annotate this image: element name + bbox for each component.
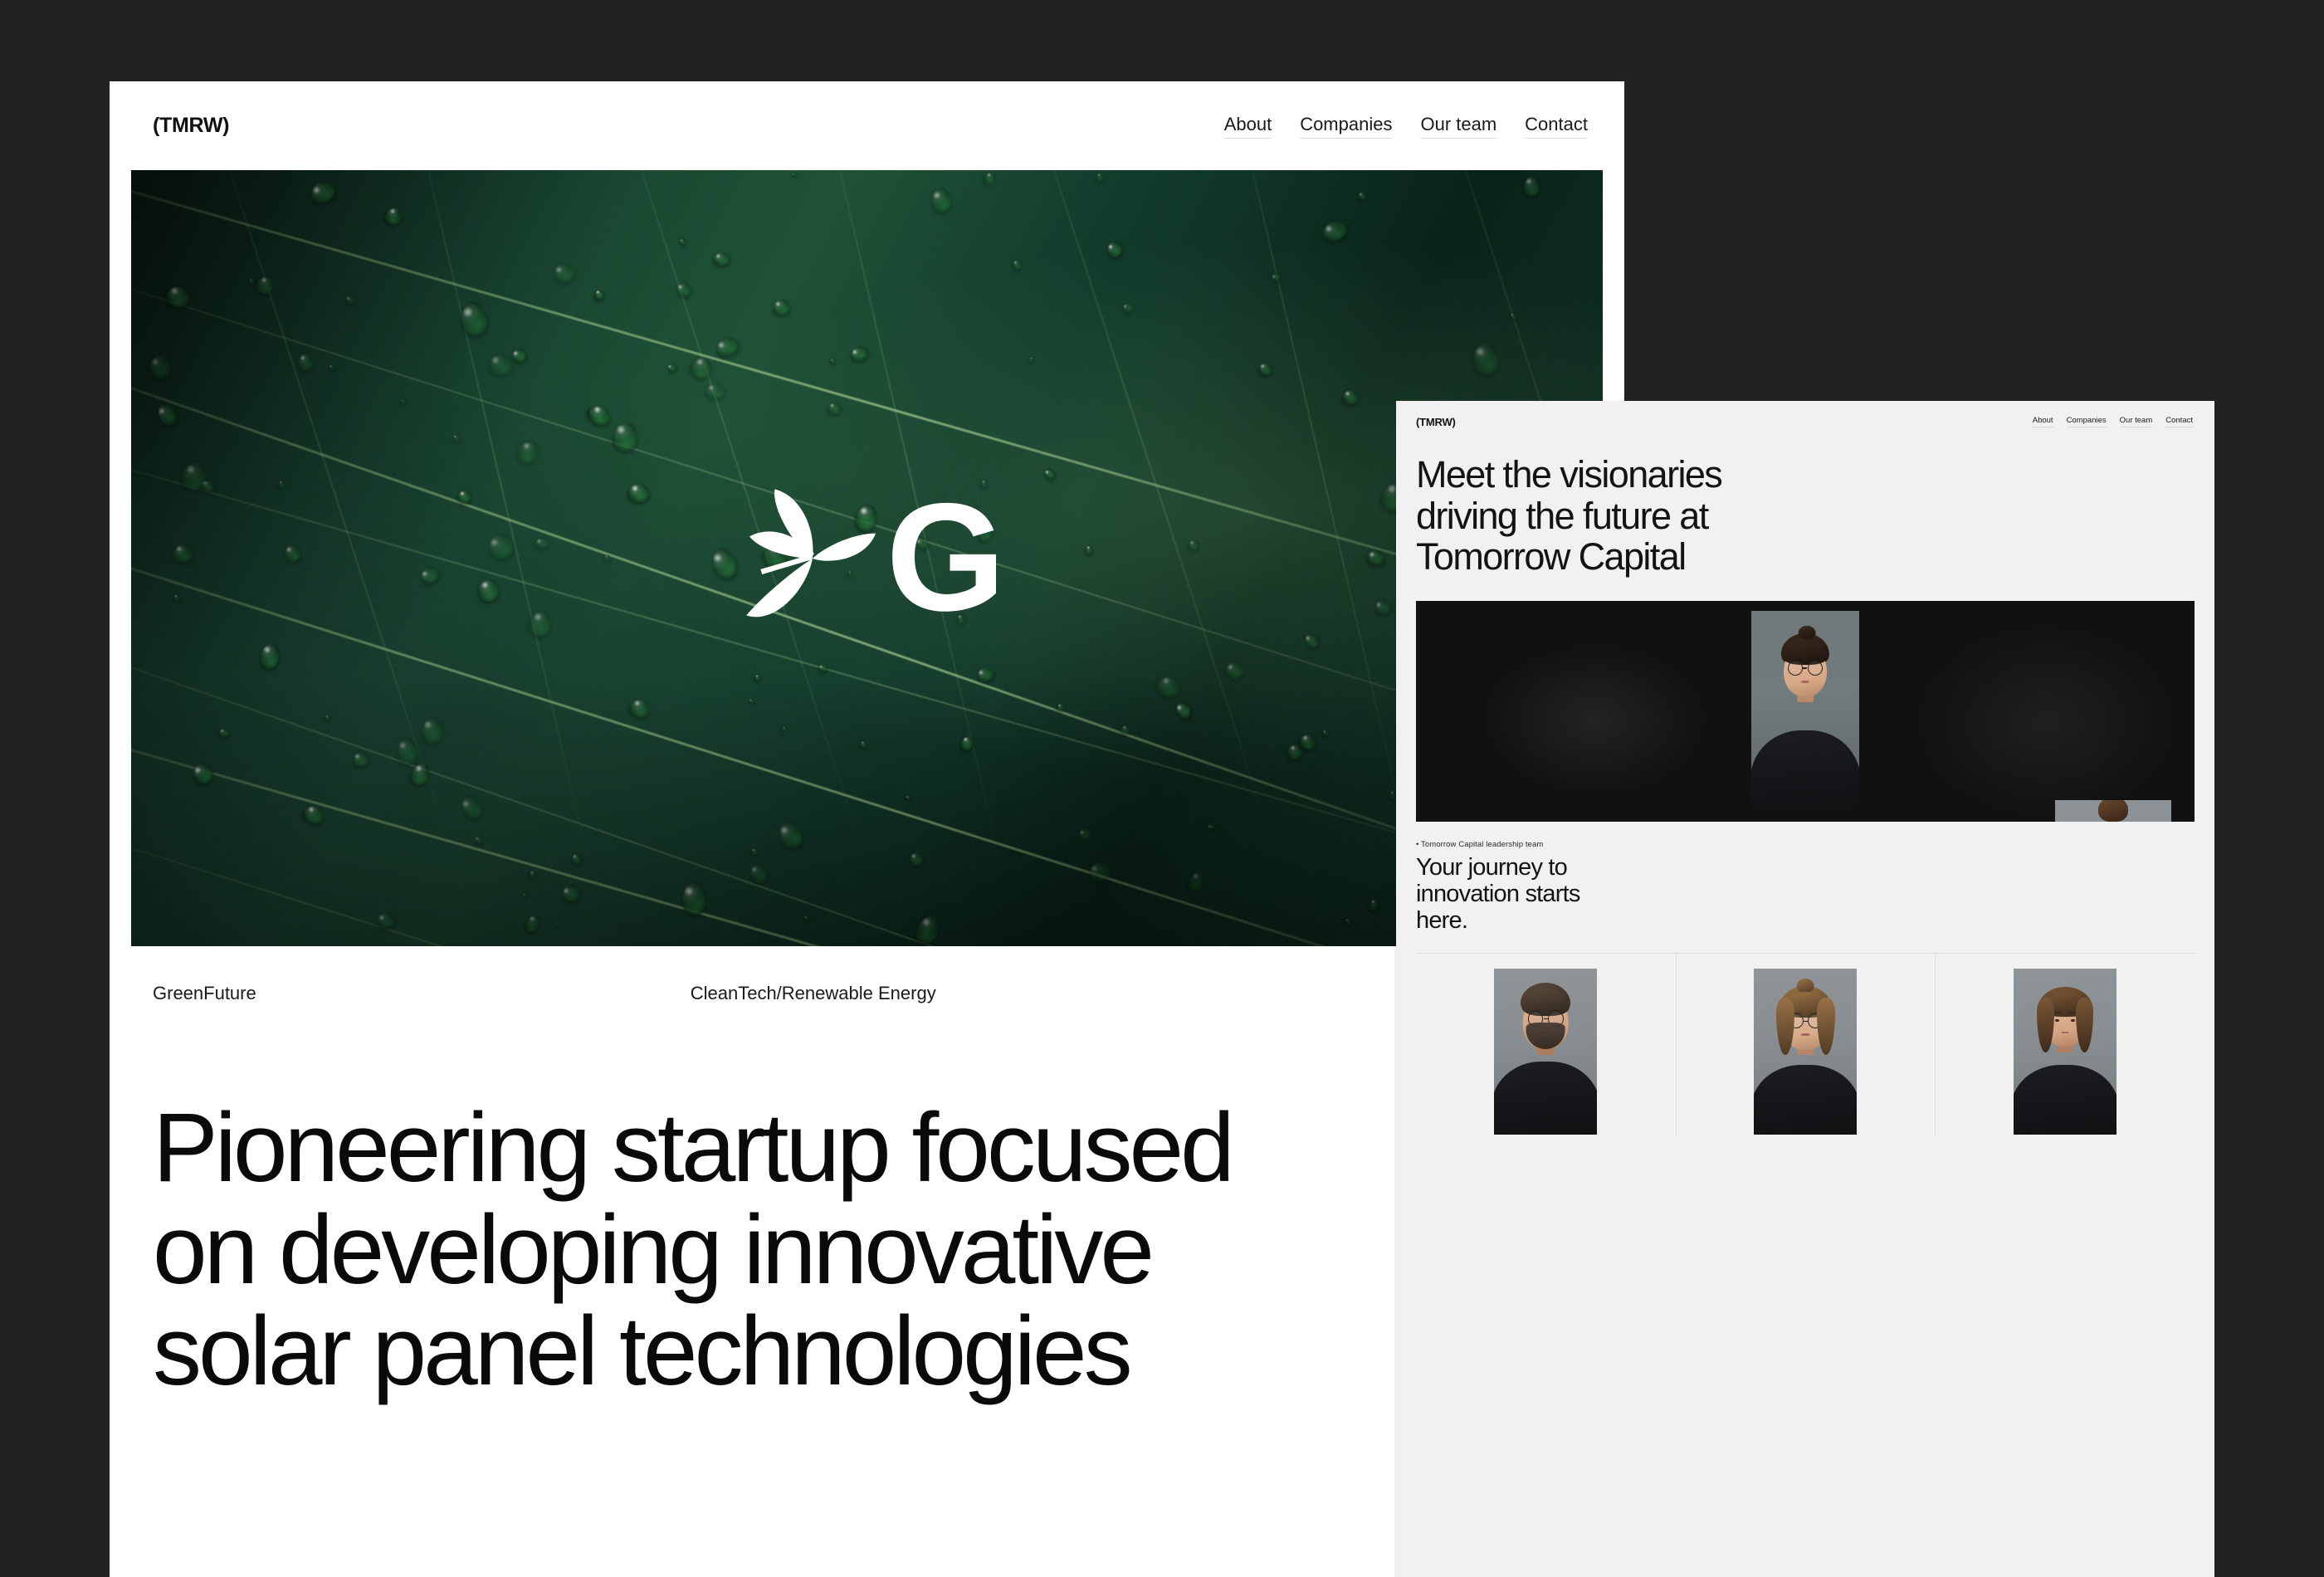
leaf-sprout-icon <box>745 488 876 617</box>
company-category: CleanTech/Renewable Energy <box>690 983 936 1003</box>
mouth <box>2061 1031 2070 1034</box>
torso <box>1751 730 1859 810</box>
hair-side-left <box>1776 998 1794 1056</box>
nav-item-contact[interactable]: Contact <box>1525 114 1588 139</box>
eyeglass-right <box>1807 660 1823 676</box>
team-member-card[interactable] <box>1416 954 1676 1135</box>
main-navigation-secondary: About Companies Our team Contact <box>2032 416 2193 427</box>
eye-right <box>2070 1018 2076 1022</box>
thumbnail-hair <box>2098 799 2128 822</box>
nav-item-our-team[interactable]: Our team <box>1420 114 1497 139</box>
window1-header: (TMRW) About Companies Our team Contact <box>110 81 1624 170</box>
nav2-item-our-team[interactable]: Our team <box>2119 416 2153 427</box>
team-member-photo <box>1494 968 1598 1135</box>
hair-side-right <box>1817 998 1835 1056</box>
featured-portrait[interactable] <box>1751 610 1859 810</box>
main-navigation: About Companies Our team Contact <box>1223 114 1588 139</box>
hair-side-left <box>2037 998 2055 1052</box>
mouth <box>1801 1033 1810 1036</box>
team-member-card[interactable] <box>1935 953 2195 1135</box>
hero-glow-left <box>1478 640 1712 799</box>
portrait-thumbnail-peek[interactable] <box>2055 799 2171 822</box>
eyeglass-bridge <box>1803 1020 1808 1022</box>
team-member-photo <box>2014 968 2117 1135</box>
mouth <box>1800 680 1810 683</box>
nav2-item-contact[interactable]: Contact <box>2165 416 2193 427</box>
page-headline: Pioneering startup focused on developing… <box>153 1093 1235 1407</box>
nav-item-companies[interactable]: Companies <box>1300 114 1393 139</box>
window2-header: (TMRW) About Companies Our team Contact <box>1396 401 2214 442</box>
team-member-photo <box>1754 968 1858 1135</box>
eyeglass-bridge <box>1543 1018 1548 1020</box>
nav2-item-about[interactable]: About <box>2032 416 2053 427</box>
hair-side-right <box>2076 998 2093 1052</box>
hero-leaf-image: G <box>131 170 1603 946</box>
torso <box>1754 1064 1858 1135</box>
team-member-grid <box>1416 952 2195 1135</box>
greenfuture-logo: G <box>131 480 1603 637</box>
eye-left <box>2054 1018 2060 1022</box>
brand-logo-secondary[interactable]: (TMRW) <box>1416 416 1456 428</box>
brand-logo[interactable]: (TMRW) <box>131 114 229 138</box>
torso <box>2014 1064 2117 1135</box>
nav2-item-companies[interactable]: Companies <box>2066 416 2107 427</box>
team-caption: • Tomorrow Capital leadership team <box>1416 839 1544 849</box>
nav-item-about[interactable]: About <box>1223 114 1272 139</box>
team-member-card[interactable] <box>1675 953 1936 1135</box>
eyeglass-bridge <box>1803 667 1808 669</box>
torso <box>1494 1061 1598 1135</box>
team-subheading: Your journey to innovation starts here. <box>1416 853 1580 935</box>
logo-letter-g: G <box>886 471 1006 643</box>
hero-glow-right <box>1914 622 2180 822</box>
company-name: GreenFuture <box>153 983 256 1003</box>
